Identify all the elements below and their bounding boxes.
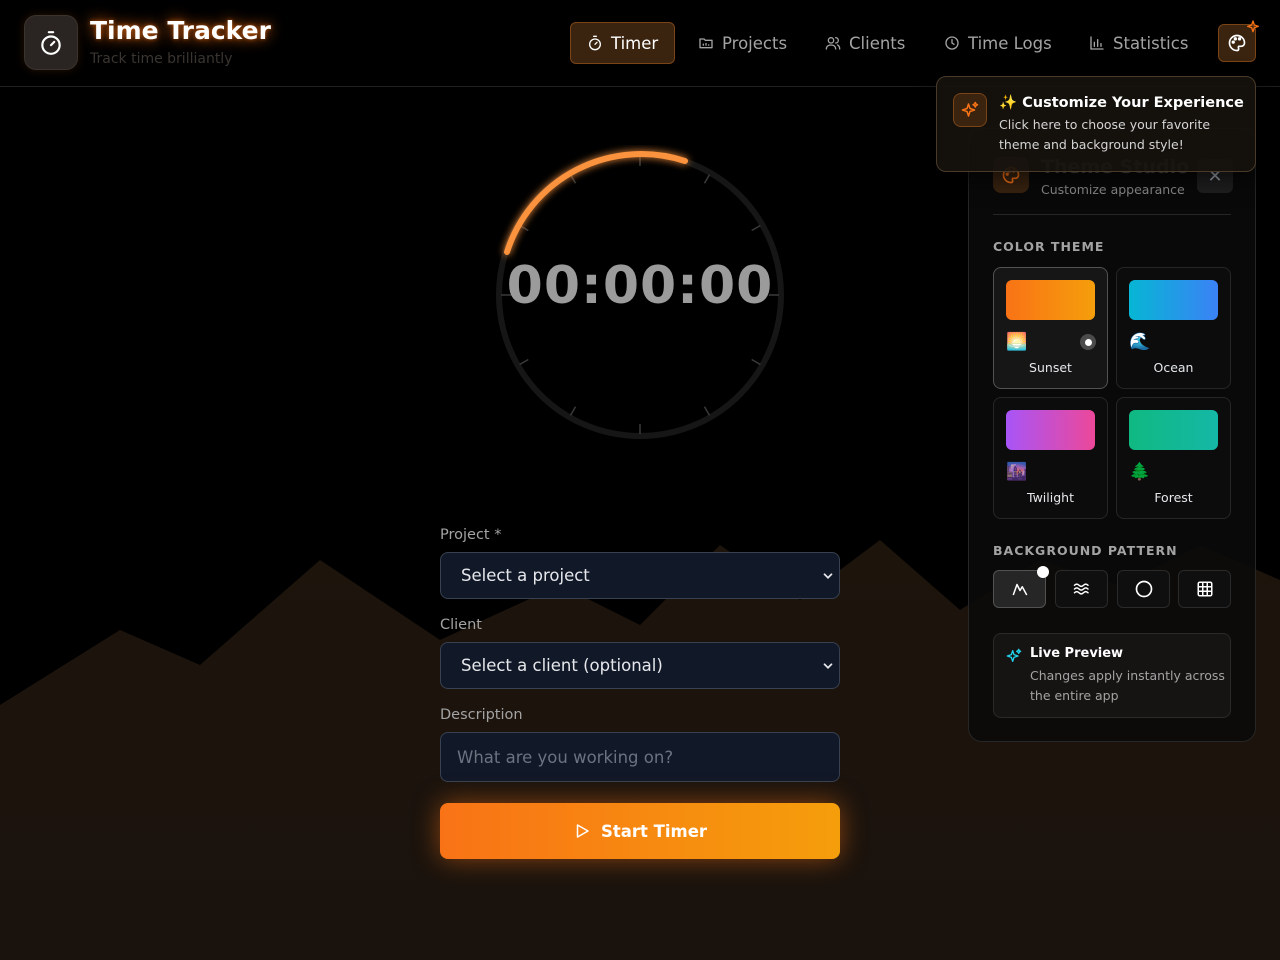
nav-statistics[interactable]: Statistics <box>1073 22 1204 64</box>
app-header: Time Tracker Track time brilliantly Time… <box>0 0 1280 87</box>
nav-label: Time Logs <box>968 33 1052 53</box>
app-logo <box>24 15 78 70</box>
theme-swatch <box>1006 410 1095 450</box>
nav-label: Projects <box>722 33 788 53</box>
client-select-value: Select a client (optional) <box>461 656 663 675</box>
app-subtitle: Track time brilliantly <box>90 51 233 67</box>
theme-swatch <box>1129 280 1218 320</box>
grid-icon <box>1197 581 1212 597</box>
pattern-mountains-button[interactable] <box>993 566 1049 608</box>
nav-label: Clients <box>849 33 906 53</box>
theme-swatch <box>1006 280 1095 320</box>
sparkles-icon <box>961 101 979 117</box>
clock-icon <box>945 36 959 50</box>
nav-label: Timer <box>611 33 659 53</box>
timer-display: 00:00:00 <box>506 256 774 316</box>
start-timer-button[interactable]: Start Timer <box>440 803 840 859</box>
background-pattern-label: BACKGROUND PATTERN <box>993 543 1178 558</box>
wave-icon: 🌊 <box>1129 332 1151 352</box>
timer-form: Project * Select a project Client Select… <box>440 527 840 782</box>
sunrise-icon: 🌅 <box>1006 332 1028 352</box>
theme-card-twilight[interactable]: 🌆 Twilight <box>993 397 1108 519</box>
play-icon <box>576 824 589 838</box>
chevron-down-icon <box>823 663 833 669</box>
theme-swatch <box>1129 410 1218 450</box>
stopwatch-icon <box>589 35 601 51</box>
tooltip-text: Click here to choose your favorite theme… <box>999 117 1211 152</box>
start-timer-label: Start Timer <box>600 821 708 841</box>
pattern-waves-button[interactable] <box>1055 570 1108 608</box>
client-select[interactable]: Select a client (optional) <box>440 642 840 689</box>
panel-subtitle: Customize appearance <box>1041 182 1185 197</box>
stopwatch-icon <box>41 30 61 55</box>
app-title: Time Tracker <box>90 16 271 45</box>
theme-card-ocean[interactable]: 🌊 Ocean <box>1116 267 1231 389</box>
tooltip-icon <box>953 93 987 127</box>
customize-tooltip[interactable]: ✨ Customize Your Experience Click here t… <box>936 76 1256 172</box>
description-input[interactable] <box>440 732 840 782</box>
theme-card-forest[interactable]: 🌲 Forest <box>1116 397 1231 519</box>
tree-icon: 🌲 <box>1129 462 1151 482</box>
waves-icon <box>1073 583 1089 595</box>
mountain-icon <box>1012 583 1027 596</box>
nav-timer[interactable]: Timer <box>570 22 676 64</box>
selected-radio-icon <box>1080 334 1096 350</box>
description-label: Description <box>440 707 523 723</box>
bar-chart-icon <box>1090 36 1104 50</box>
palette-icon <box>1228 34 1246 52</box>
project-select-value: Select a project <box>461 566 590 585</box>
theme-studio-panel: Theme Studio Customize appearance ✕ COLO… <box>968 128 1256 742</box>
theme-studio-button[interactable] <box>1218 20 1259 62</box>
divider <box>993 214 1231 215</box>
live-preview-box: Live Preview Changes apply instantly acr… <box>993 633 1231 718</box>
selected-dot <box>1037 566 1049 578</box>
sparkles-icon <box>1247 20 1259 33</box>
nav-time-logs[interactable]: Time Logs <box>928 22 1068 64</box>
progress-arc <box>504 151 688 255</box>
cityscape-icon: 🌆 <box>1006 462 1028 482</box>
folder-icon <box>699 38 713 49</box>
nav-label: Statistics <box>1113 33 1189 53</box>
color-theme-label: COLOR THEME <box>993 239 1105 254</box>
tooltip-title: ✨ Customize Your Experience <box>999 95 1244 111</box>
theme-name: Forest <box>1154 490 1193 505</box>
theme-name: Twilight <box>1027 490 1074 505</box>
sparkles-icon <box>1006 648 1022 662</box>
client-label: Client <box>440 617 482 633</box>
nav-projects[interactable]: Projects <box>682 22 803 64</box>
project-select[interactable]: Select a project <box>440 552 840 599</box>
chevron-down-icon <box>823 573 833 579</box>
theme-name: Ocean <box>1153 360 1194 375</box>
theme-card-sunset[interactable]: 🌅 Sunset <box>993 267 1108 389</box>
live-preview-title: Live Preview <box>1030 646 1124 661</box>
pattern-circle-button[interactable] <box>1117 570 1170 608</box>
theme-name: Sunset <box>1029 360 1072 375</box>
pattern-grid-button[interactable] <box>1178 570 1231 608</box>
live-preview-text: Changes apply instantly across the entir… <box>1030 668 1225 703</box>
circle-icon <box>1135 580 1152 598</box>
users-icon <box>825 37 841 50</box>
nav-clients[interactable]: Clients <box>809 22 921 64</box>
project-label: Project * <box>440 527 502 543</box>
